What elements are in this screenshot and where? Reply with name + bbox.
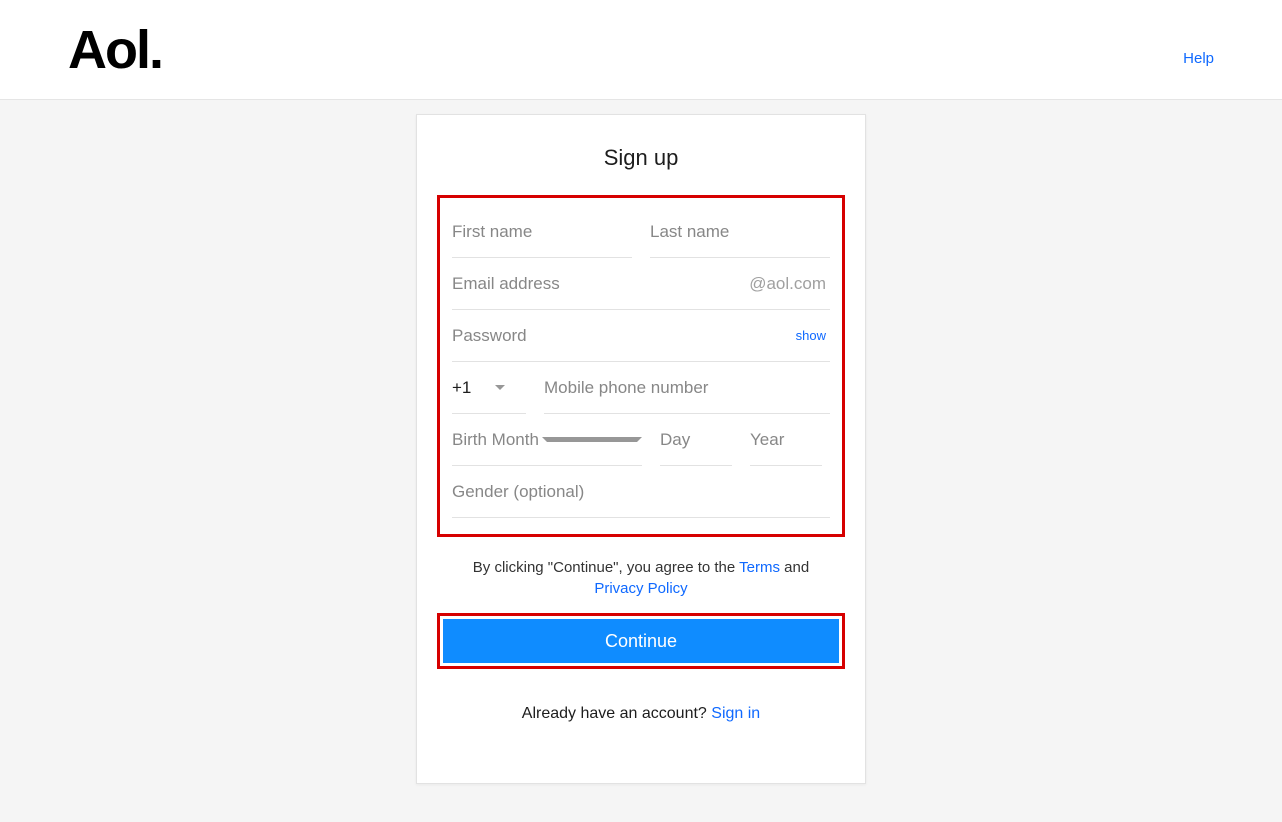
- first-name-field-wrap: [452, 206, 632, 258]
- email-input[interactable]: [452, 274, 749, 294]
- country-code-select[interactable]: +1: [452, 362, 526, 414]
- signup-card: Sign up @aol.com show +: [416, 114, 866, 784]
- legal-text: By clicking "Continue", you agree to the…: [457, 557, 825, 599]
- aol-logo: Aol.: [68, 19, 162, 81]
- legal-prefix: By clicking "Continue", you agree to the: [473, 559, 739, 576]
- country-code-value: +1: [452, 378, 471, 398]
- phone-field-wrap: [544, 362, 830, 414]
- legal-and: and: [780, 559, 809, 576]
- birth-month-label: Birth Month: [452, 430, 542, 450]
- header: Aol. Help: [0, 0, 1282, 100]
- birth-month-select[interactable]: Birth Month: [452, 414, 642, 466]
- already-label: Already have an account?: [522, 705, 711, 722]
- email-domain-suffix: @aol.com: [749, 274, 830, 294]
- show-password-toggle[interactable]: show: [796, 328, 830, 343]
- first-name-input[interactable]: [452, 222, 632, 242]
- page-title: Sign up: [417, 145, 865, 171]
- phone-input[interactable]: [544, 378, 830, 398]
- continue-button[interactable]: Continue: [443, 619, 839, 663]
- email-field-wrap: @aol.com: [452, 258, 830, 310]
- help-link[interactable]: Help: [1183, 50, 1214, 67]
- password-input[interactable]: [452, 326, 796, 346]
- gender-input[interactable]: [452, 482, 830, 502]
- last-name-field-wrap: [650, 206, 830, 258]
- privacy-link[interactable]: Privacy Policy: [594, 580, 687, 597]
- password-field-wrap: show: [452, 310, 830, 362]
- form-fields-group: @aol.com show +1 Birth Mont: [437, 195, 845, 537]
- continue-button-highlight: Continue: [437, 613, 845, 669]
- terms-link[interactable]: Terms: [739, 559, 780, 576]
- day-input[interactable]: [660, 430, 732, 450]
- already-account-text: Already have an account? Sign in: [417, 705, 865, 723]
- gender-field-wrap: [452, 466, 830, 518]
- chevron-down-icon: [542, 437, 642, 442]
- day-field-wrap: [660, 414, 732, 466]
- sign-in-link[interactable]: Sign in: [711, 705, 760, 722]
- chevron-down-icon: [495, 385, 505, 390]
- year-field-wrap: [750, 414, 822, 466]
- last-name-input[interactable]: [650, 222, 830, 242]
- year-input[interactable]: [750, 430, 822, 450]
